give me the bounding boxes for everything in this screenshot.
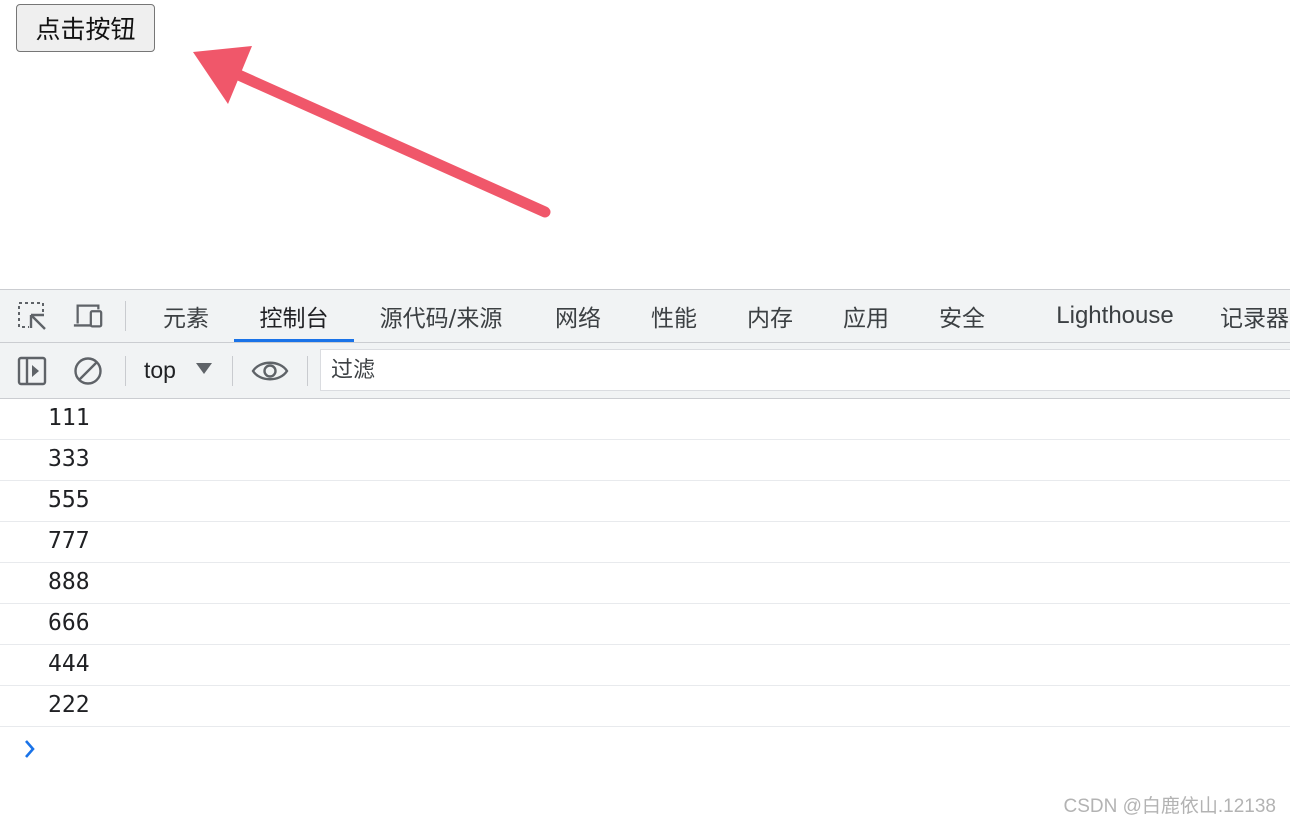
chevron-right-icon <box>25 740 35 758</box>
toolbar-divider <box>125 301 126 331</box>
device-toolbar-icon[interactable] <box>72 300 104 332</box>
console-log-row: 222 <box>0 686 1290 727</box>
toolbar-divider <box>307 356 308 386</box>
console-toolbar: top <box>0 343 1290 399</box>
console-log-message: 111 <box>48 405 90 431</box>
tab-network[interactable]: 网络 <box>552 290 604 342</box>
devtools-tab-bar: 元素 控制台 源代码/来源 网络 性能 内存 应用 安全 Lighthouse … <box>0 289 1290 343</box>
annotation-arrow-icon <box>193 46 551 218</box>
tab-memory[interactable]: 内存 <box>744 290 796 342</box>
console-log-message: 222 <box>48 692 90 718</box>
tab-lighthouse[interactable]: Lighthouse <box>1054 290 1176 342</box>
console-log-row: 333 <box>0 440 1290 481</box>
inspect-element-icon[interactable] <box>16 300 48 332</box>
tab-security[interactable]: 安全 <box>936 290 988 342</box>
console-output: 111 333 555 777 888 666 444 222 <box>0 399 1290 771</box>
console-log-message: 888 <box>48 569 90 595</box>
devtools-panel: 元素 控制台 源代码/来源 网络 性能 内存 应用 安全 Lighthouse … <box>0 289 1290 824</box>
eye-icon[interactable] <box>250 355 290 387</box>
watermark: CSDN @白鹿依山.12138 <box>1063 796 1276 817</box>
tab-elements[interactable]: 元素 <box>160 290 212 342</box>
context-selector[interactable]: top <box>134 353 224 387</box>
console-log-row: 555 <box>0 481 1290 522</box>
console-log-row: 111 <box>0 399 1290 440</box>
context-value: top <box>144 356 176 383</box>
clear-console-icon[interactable] <box>72 355 104 387</box>
console-log-message: 666 <box>48 610 90 636</box>
page-content: 点击按钮 <box>0 0 1290 289</box>
console-log-message: 555 <box>48 487 90 513</box>
tab-console[interactable]: 控制台 <box>234 290 354 342</box>
console-log-message: 777 <box>48 528 90 554</box>
toolbar-divider <box>125 356 126 386</box>
console-log-message: 444 <box>48 651 90 677</box>
sidebar-toggle-icon[interactable] <box>16 355 48 387</box>
console-log-message: 333 <box>48 446 90 472</box>
tab-recorder[interactable]: 记录器 <box>1220 290 1290 342</box>
console-log-row: 777 <box>0 522 1290 563</box>
tab-performance[interactable]: 性能 <box>648 290 700 342</box>
console-log-row: 444 <box>0 645 1290 686</box>
toolbar-divider <box>232 356 233 386</box>
tab-sources[interactable]: 源代码/来源 <box>376 290 506 342</box>
tab-application[interactable]: 应用 <box>840 290 892 342</box>
filter-input[interactable] <box>320 349 1290 391</box>
console-log-row: 666 <box>0 604 1290 645</box>
console-prompt[interactable] <box>0 727 1290 771</box>
caret-down-icon <box>196 363 212 374</box>
console-log-row: 888 <box>0 563 1290 604</box>
